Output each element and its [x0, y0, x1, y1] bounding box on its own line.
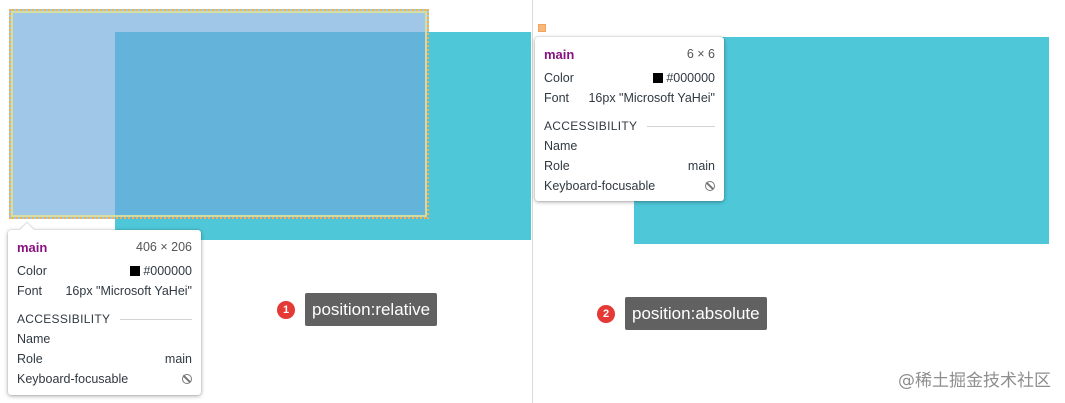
font-label: Font: [17, 284, 43, 298]
font-value: 16px "Microsoft YaHei": [588, 91, 715, 105]
name-label: Name: [544, 139, 578, 153]
role-value: main: [687, 159, 715, 173]
step-badge: 1: [277, 300, 295, 319]
font-value: 16px "Microsoft YaHei": [65, 284, 192, 298]
keyboard-focusable-label: Keyboard-focusable: [17, 372, 129, 386]
callout-label: position:relative: [305, 293, 438, 326]
callout-relative: 1 position:relative: [277, 293, 438, 326]
role-label: Role: [544, 159, 570, 173]
color-swatch: [653, 73, 664, 83]
no-entry-icon: [182, 374, 192, 384]
inspect-tooltip-left: main 406 × 206 Color #000000 Font 16px "…: [8, 222, 201, 395]
color-value: #000000: [143, 264, 192, 278]
tooltip-arrow: [19, 222, 35, 238]
section-divider: [647, 125, 715, 127]
accessibility-heading: ACCESSIBILITY: [17, 312, 111, 326]
callout-label: position:absolute: [625, 297, 767, 330]
element-tag: main: [544, 46, 575, 62]
font-label: Font: [544, 91, 570, 105]
element-dimensions: 6 × 6: [686, 47, 715, 61]
inspect-tooltip-right: main 6 × 6 Color #000000 Font 16px "Micr…: [535, 37, 724, 201]
watermark: @稀土掘金技术社区: [898, 371, 1051, 391]
color-label: Color: [544, 71, 574, 85]
color-swatch: [130, 266, 141, 276]
callout-absolute: 2 position:absolute: [597, 297, 767, 330]
inspect-highlight-overlay: [9, 9, 429, 219]
step-badge: 2: [597, 304, 615, 323]
color-label: Color: [17, 264, 47, 278]
section-divider: [120, 318, 192, 320]
no-entry-icon: [705, 181, 715, 191]
role-value: main: [164, 352, 192, 366]
accessibility-heading: ACCESSIBILITY: [544, 119, 638, 133]
role-label: Role: [17, 352, 43, 366]
element-dimensions: 406 × 206: [136, 240, 192, 254]
panel-divider: [532, 0, 533, 403]
color-value: #000000: [666, 71, 715, 85]
name-label: Name: [17, 332, 51, 346]
element-tag: main: [17, 239, 48, 255]
inspect-highlight-marker: [538, 24, 546, 32]
keyboard-focusable-label: Keyboard-focusable: [544, 179, 656, 193]
